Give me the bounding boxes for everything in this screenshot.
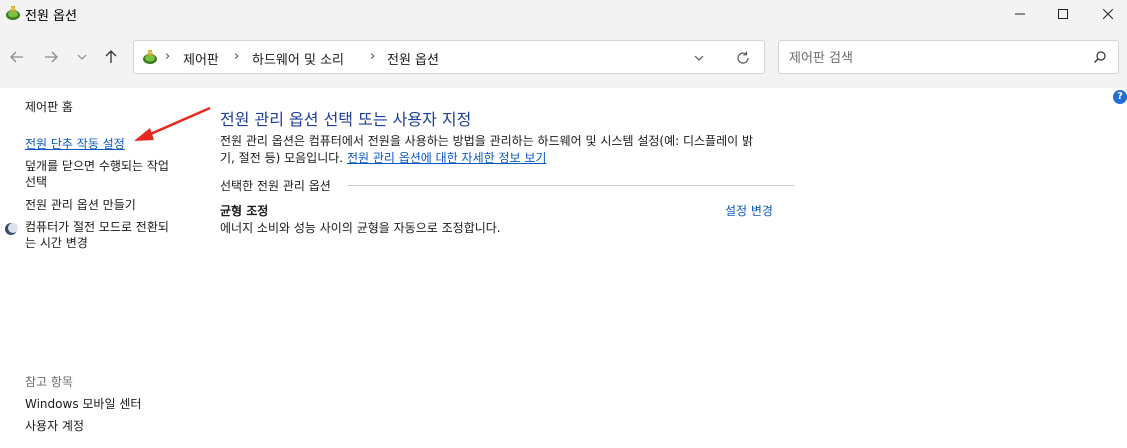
page-description: 전원 관리 옵션은 컴퓨터에서 전원을 사용하는 방법을 관리하는 하드웨어 및… (220, 133, 800, 167)
power-options-icon (6, 5, 20, 20)
sleep-moon-icon (5, 223, 18, 235)
plan-description: 에너지 소비와 성능 사이의 균형을 자동으로 조정합니다. (220, 221, 501, 235)
maximize-icon (1058, 9, 1068, 19)
power-plan-info-link[interactable]: 전원 관리 옵션에 대한 자세한 정보 보기 (347, 151, 547, 165)
close-button[interactable] (1085, 0, 1127, 28)
description-line1: 전원 관리 옵션은 컴퓨터에서 전원을 사용하는 방법을 관리하는 하드웨어 및… (220, 134, 754, 148)
back-button[interactable] (6, 46, 28, 68)
sidebar-control-panel-home[interactable]: 제어판 홈 (25, 99, 73, 116)
up-button[interactable] (100, 46, 122, 68)
search-input[interactable] (787, 46, 1091, 70)
section-title: 선택한 전원 관리 옵션 (220, 179, 331, 193)
section-divider (348, 185, 794, 186)
help-icon[interactable]: ? (1113, 90, 1127, 104)
search-box[interactable] (778, 40, 1119, 74)
breadcrumb-separator: › (234, 49, 240, 64)
plan-name: 균형 조정 (220, 204, 269, 218)
sidebar-item-create-power-plan[interactable]: 전원 관리 옵션 만들기 (25, 197, 136, 214)
chevron-down-icon[interactable] (692, 51, 706, 65)
arrow-right-icon (45, 51, 58, 63)
breadcrumb-hardware-sound[interactable]: 하드웨어 및 소리 (252, 49, 344, 68)
refresh-icon[interactable] (735, 50, 751, 66)
see-also-user-accounts[interactable]: 사용자 계정 (25, 418, 84, 435)
see-also-title: 참고 항목 (25, 375, 73, 389)
minimize-button[interactable] (997, 0, 1043, 28)
close-icon (1103, 9, 1113, 19)
breadcrumb-control-panel[interactable]: 제어판 (183, 49, 219, 68)
description-line2: 기, 절전 등) 모음입니다. (220, 151, 347, 165)
address-bar[interactable]: › 제어판 › 하드웨어 및 소리 › 전원 옵션 (133, 40, 765, 74)
chevron-down-icon (77, 54, 87, 60)
search-icon[interactable] (1093, 50, 1107, 64)
forward-button[interactable] (40, 46, 62, 68)
breadcrumb-separator: › (370, 49, 376, 64)
minimize-icon (1015, 13, 1025, 15)
recent-locations-button[interactable] (71, 46, 93, 68)
sidebar-item-sleep-time[interactable]: 컴퓨터가 절전 모드로 전환되 (25, 219, 169, 236)
sidebar-item-lid-close-action-line2[interactable]: 선택 (25, 174, 47, 191)
navigation-bar: › 제어판 › 하드웨어 및 소리 › 전원 옵션 (0, 28, 1127, 88)
arrow-left-icon (10, 51, 23, 63)
sidebar-item-lid-close-action[interactable]: 덮개를 닫으면 수행되는 작업 (25, 158, 169, 175)
maximize-button[interactable] (1040, 0, 1086, 28)
sidebar-item-power-button-settings[interactable]: 전원 단추 작동 설정 (25, 136, 125, 153)
title-bar: 전원 옵션 (0, 0, 1127, 28)
annotation-arrow-icon (134, 106, 211, 141)
arrow-up-icon (105, 50, 117, 63)
sidebar-item-sleep-time-line2[interactable]: 는 시간 변경 (25, 235, 88, 252)
change-plan-settings-link[interactable]: 설정 변경 (725, 202, 773, 219)
window-title: 전원 옵션 (25, 9, 77, 24)
breadcrumb-power-options[interactable]: 전원 옵션 (387, 49, 439, 68)
page-title: 전원 관리 옵션 선택 또는 사용자 지정 (220, 110, 472, 129)
power-options-icon (143, 49, 157, 64)
see-also-mobility-center[interactable]: Windows 모바일 센터 (25, 396, 141, 413)
breadcrumb-separator: › (165, 49, 171, 64)
